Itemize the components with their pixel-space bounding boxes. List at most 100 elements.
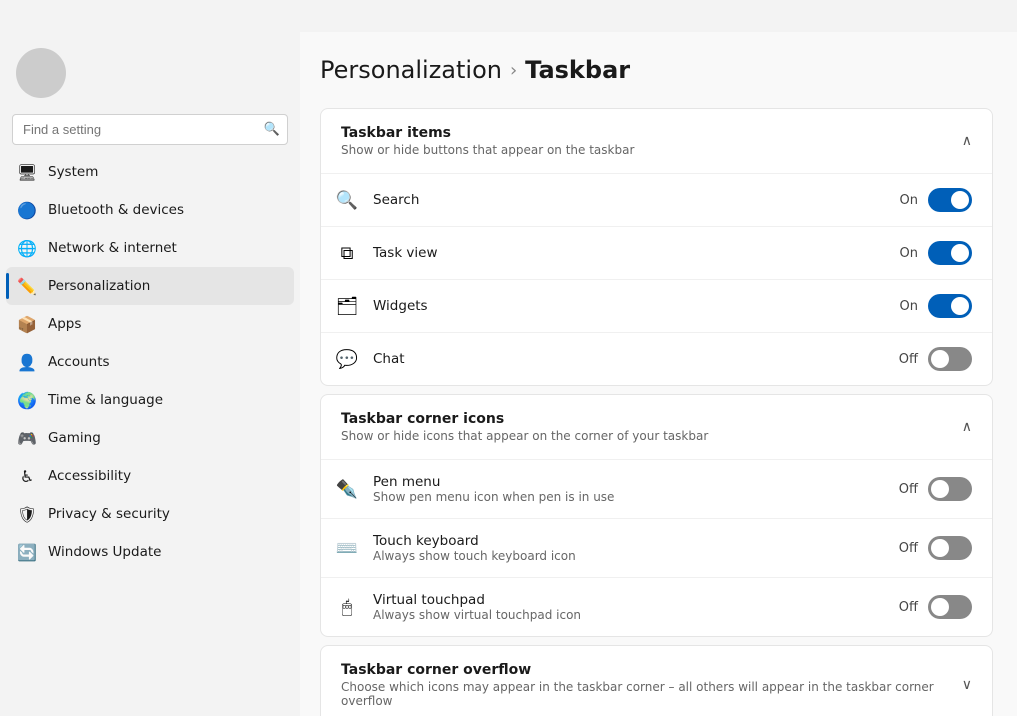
avatar (16, 48, 66, 98)
window-controls (879, 0, 1017, 32)
card-title-taskbar-corner-icons: Taskbar corner icons (341, 411, 708, 427)
sidebar-item-update[interactable]: 🔄 Windows Update (6, 533, 294, 571)
sidebar-item-network[interactable]: 🌐 Network & internet (6, 229, 294, 267)
time-icon: 🌍 (18, 391, 36, 409)
sidebar-label-network: Network & internet (48, 240, 177, 256)
toggle-track-virtual-touchpad[interactable] (928, 595, 972, 619)
row-desc-pen-menu: Show pen menu icon when pen is in use (373, 490, 614, 504)
row-left-pen-menu: ✒️ Pen menu Show pen menu icon when pen … (373, 474, 614, 504)
toggle-taskview[interactable] (928, 241, 972, 265)
row-text-virtual-touchpad: Virtual touchpad Always show virtual tou… (373, 592, 581, 622)
toggle-thumb-chat (931, 350, 949, 368)
toggle-thumb-touch-keyboard (931, 539, 949, 557)
card-title-taskbar-corner-overflow: Taskbar corner overflow (341, 662, 962, 678)
card-desc-taskbar-corner-icons: Show or hide icons that appear on the co… (341, 429, 708, 443)
toggle-search[interactable] (928, 188, 972, 212)
minimize-button[interactable] (879, 0, 925, 32)
breadcrumb: Personalization › Taskbar (320, 56, 993, 84)
sidebar-item-system[interactable]: 🖥 System (6, 153, 294, 191)
titlebar-left (12, 0, 68, 32)
row-left-taskview: ⧉ Task view (373, 241, 438, 265)
section-taskbar-corner-overflow: Taskbar corner overflow Choose which ico… (320, 645, 993, 716)
toggle-widgets[interactable] (928, 294, 972, 318)
row-text-widgets: Widgets (373, 298, 428, 314)
row-text-pen-menu: Pen menu Show pen menu icon when pen is … (373, 474, 614, 504)
gaming-icon: 🎮 (18, 429, 36, 447)
row-left-widgets: 🗂 Widgets (373, 294, 428, 318)
sidebar-label-accounts: Accounts (48, 354, 110, 370)
privacy-icon: 🛡 (18, 505, 36, 523)
pen-menu-icon: ✒️ (335, 477, 359, 501)
back-button[interactable] (12, 0, 58, 32)
row-pen-menu: ✒️ Pen menu Show pen menu icon when pen … (321, 460, 992, 519)
sections-container: Taskbar items Show or hide buttons that … (320, 108, 993, 716)
virtual-touchpad-icon: 🖱 (335, 595, 359, 619)
apps-icon: 📦 (18, 315, 36, 333)
row-text-search: Search (373, 192, 419, 208)
sidebar-item-accounts[interactable]: 👤 Accounts (6, 343, 294, 381)
card-desc-taskbar-items: Show or hide buttons that appear on the … (341, 143, 634, 157)
sidebar-item-personalization[interactable]: ✏️ Personalization (6, 267, 294, 305)
toggle-thumb-taskview (951, 244, 969, 262)
section-taskbar-items: Taskbar items Show or hide buttons that … (320, 108, 993, 386)
toggle-chat[interactable] (928, 347, 972, 371)
row-taskview: ⧉ Task view On (321, 227, 992, 280)
row-title-touch-keyboard: Touch keyboard (373, 533, 576, 549)
titlebar (0, 0, 1017, 32)
touch-keyboard-icon: ⌨️ (335, 536, 359, 560)
card-header-taskbar-items[interactable]: Taskbar items Show or hide buttons that … (321, 109, 992, 174)
row-right-touch-keyboard: Off (899, 536, 972, 560)
sidebar-label-time: Time & language (48, 392, 163, 408)
row-right-widgets: On (900, 294, 972, 318)
search-icon: 🔍 (335, 188, 359, 212)
card-header-taskbar-corner-overflow[interactable]: Taskbar corner overflow Choose which ico… (321, 646, 992, 716)
toggle-label-taskview: On (900, 246, 918, 261)
row-text-chat: Chat (373, 351, 405, 367)
row-text-touch-keyboard: Touch keyboard Always show touch keyboar… (373, 533, 576, 563)
toggle-thumb-widgets (951, 297, 969, 315)
row-widgets: 🗂 Widgets On (321, 280, 992, 333)
maximize-button[interactable] (925, 0, 971, 32)
toggle-track-taskview[interactable] (928, 241, 972, 265)
sidebar-item-gaming[interactable]: 🎮 Gaming (6, 419, 294, 457)
sidebar-label-apps: Apps (48, 316, 81, 332)
sidebar-item-privacy[interactable]: 🛡 Privacy & security (6, 495, 294, 533)
sidebar-label-system: System (48, 164, 98, 180)
update-icon: 🔄 (18, 543, 36, 561)
toggle-track-pen-menu[interactable] (928, 477, 972, 501)
sidebar-item-accessibility[interactable]: ♿ Accessibility (6, 457, 294, 495)
section-taskbar-corner-icons: Taskbar corner icons Show or hide icons … (320, 394, 993, 637)
main-content: Personalization › Taskbar Taskbar items … (300, 32, 1017, 716)
sidebar-label-bluetooth: Bluetooth & devices (48, 202, 184, 218)
toggle-track-touch-keyboard[interactable] (928, 536, 972, 560)
row-touch-keyboard: ⌨️ Touch keyboard Always show touch keyb… (321, 519, 992, 578)
toggle-pen-menu[interactable] (928, 477, 972, 501)
row-desc-virtual-touchpad: Always show virtual touchpad icon (373, 608, 581, 622)
breadcrumb-parent: Personalization (320, 56, 502, 84)
toggle-track-widgets[interactable] (928, 294, 972, 318)
toggle-track-chat[interactable] (928, 347, 972, 371)
widgets-icon: 🗂 (335, 294, 359, 318)
row-left-search: 🔍 Search (373, 188, 419, 212)
breadcrumb-separator: › (510, 60, 517, 81)
row-left-virtual-touchpad: 🖱 Virtual touchpad Always show virtual t… (373, 592, 581, 622)
card-header-text-taskbar-items: Taskbar items Show or hide buttons that … (341, 125, 634, 157)
toggle-virtual-touchpad[interactable] (928, 595, 972, 619)
card-header-taskbar-corner-icons[interactable]: Taskbar corner icons Show or hide icons … (321, 395, 992, 460)
sidebar-item-apps[interactable]: 📦 Apps (6, 305, 294, 343)
row-title-virtual-touchpad: Virtual touchpad (373, 592, 581, 608)
close-button[interactable] (971, 0, 1017, 32)
row-right-pen-menu: Off (899, 477, 972, 501)
system-icon: 🖥 (18, 163, 36, 181)
card-header-text-taskbar-corner-overflow: Taskbar corner overflow Choose which ico… (341, 662, 962, 708)
row-title-pen-menu: Pen menu (373, 474, 614, 490)
sidebar-item-time[interactable]: 🌍 Time & language (6, 381, 294, 419)
accessibility-icon: ♿ (18, 467, 36, 485)
sidebar-label-personalization: Personalization (48, 278, 150, 294)
toggle-touch-keyboard[interactable] (928, 536, 972, 560)
row-text-taskview: Task view (373, 245, 438, 261)
sidebar-item-bluetooth[interactable]: 🔵 Bluetooth & devices (6, 191, 294, 229)
chat-icon: 💬 (335, 347, 359, 371)
toggle-track-search[interactable] (928, 188, 972, 212)
search-input[interactable] (12, 114, 288, 145)
